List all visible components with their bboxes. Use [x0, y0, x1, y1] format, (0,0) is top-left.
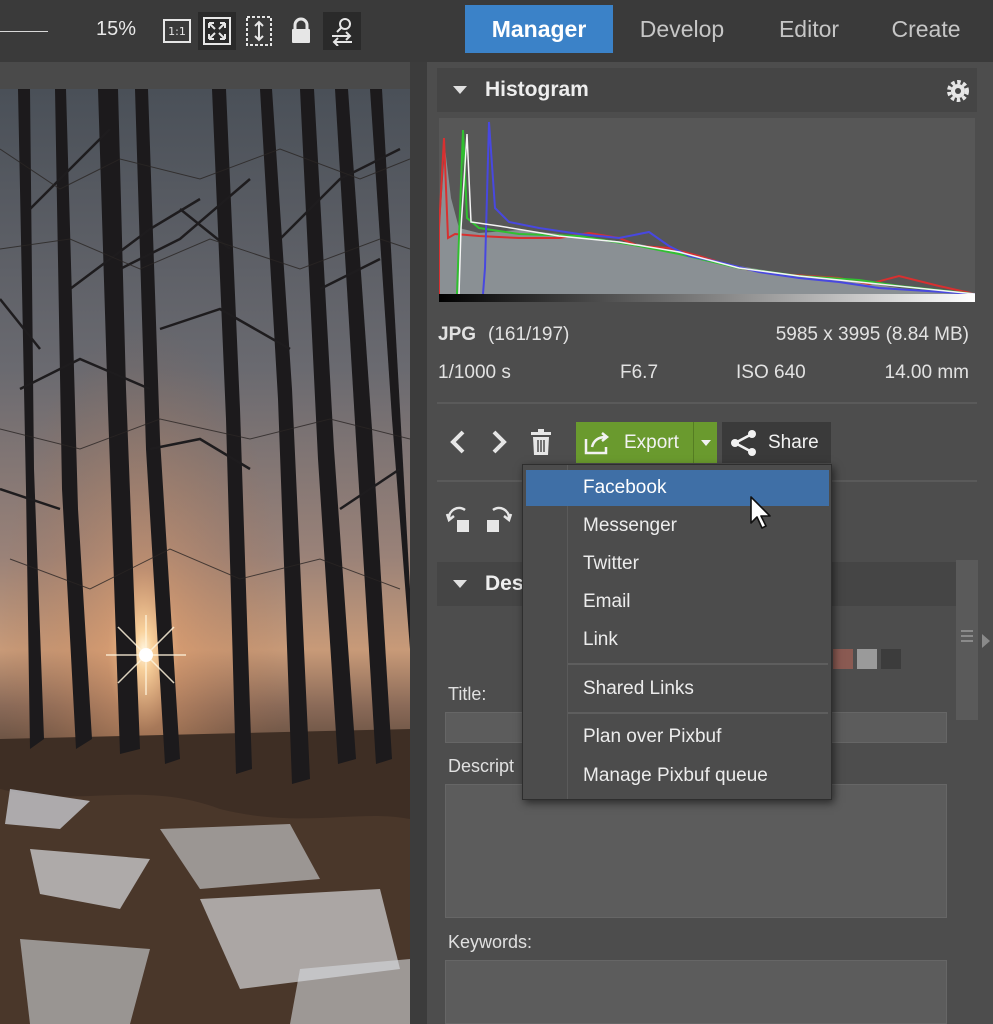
menu-item-twitter[interactable]: Twitter: [526, 546, 829, 582]
menu-item-label: Messenger: [583, 515, 677, 536]
trash-icon[interactable]: [526, 424, 556, 460]
file-format: JPG: [438, 324, 477, 345]
gear-icon[interactable]: [945, 78, 971, 109]
panel-splitter[interactable]: [410, 62, 427, 1024]
menu-item-link[interactable]: Link: [526, 622, 829, 658]
person-swap-icon[interactable]: [323, 12, 361, 50]
menu-item-email[interactable]: Email: [526, 584, 829, 620]
color-label-swatch[interactable]: [881, 649, 901, 669]
color-label-swatch[interactable]: [833, 649, 853, 669]
menu-item-label: Plan over Pixbuf: [583, 726, 722, 747]
menu-separator: [568, 663, 828, 665]
expand-panel-icon[interactable]: [980, 632, 992, 655]
export-button[interactable]: Export: [576, 422, 693, 463]
tab-manager[interactable]: Manager: [465, 5, 613, 53]
share-label: Share: [768, 431, 819, 453]
collapse-triangle-icon[interactable]: [453, 580, 467, 588]
menu-item-label: Link: [583, 629, 618, 650]
menu-item-manage-pixbuf-queue[interactable]: Manage Pixbuf queue: [526, 758, 829, 794]
tab-create[interactable]: Create: [880, 5, 972, 53]
next-icon[interactable]: [484, 424, 514, 460]
histogram-header[interactable]: Histogram: [437, 68, 977, 112]
fit-screen-icon[interactable]: [198, 12, 236, 50]
file-index: (161/197): [488, 324, 570, 345]
menu-item-label: Twitter: [583, 553, 639, 574]
export-label: Export: [624, 431, 679, 453]
collapse-triangle-icon[interactable]: [453, 86, 467, 94]
top-toolbar: 15% 1:1 Manager Develop Editor Create: [0, 0, 993, 62]
keywords-label: Keywords:: [448, 932, 533, 952]
menu-item-label: Shared Links: [583, 678, 694, 699]
export-icon: [584, 431, 612, 455]
share-menu: Facebook Messenger Twitter Email Link Sh…: [522, 464, 832, 800]
menu-item-label: Manage Pixbuf queue: [583, 765, 768, 786]
photo-preview[interactable]: [0, 89, 410, 1024]
rotate-left-icon[interactable]: [445, 504, 475, 539]
app-window: 15% 1:1 Manager Develop Editor Create Hi…: [0, 0, 993, 1024]
lock-icon[interactable]: [282, 12, 320, 50]
actual-size-icon[interactable]: 1:1: [158, 12, 196, 50]
zoom-value: 15%: [96, 18, 137, 40]
divider: [437, 402, 977, 404]
menu-item-label: Email: [583, 591, 631, 612]
svg-text:1:1: 1:1: [168, 25, 186, 38]
keywords-input[interactable]: [445, 960, 947, 1024]
description-input[interactable]: [445, 784, 947, 918]
export-dropdown-button[interactable]: [693, 422, 717, 463]
menu-item-label: Facebook: [583, 477, 667, 498]
histogram-title: Histogram: [485, 78, 589, 101]
share-icon: [730, 429, 758, 457]
menu-separator: [568, 712, 828, 714]
color-label-swatch[interactable]: [857, 649, 877, 669]
shutter-speed: 1/1000 s: [438, 362, 511, 383]
chevron-down-icon: [700, 439, 711, 446]
menu-item-messenger[interactable]: Messenger: [526, 508, 829, 544]
aperture: F6.7: [620, 362, 659, 383]
share-button[interactable]: Share: [722, 422, 831, 463]
mouse-cursor-icon: [750, 496, 774, 535]
tab-develop[interactable]: Develop: [625, 5, 739, 53]
tab-editor[interactable]: Editor: [760, 5, 858, 53]
previous-icon[interactable]: [443, 424, 473, 460]
description-label: Descript: [448, 756, 515, 776]
iso-value: ISO 640: [736, 362, 806, 383]
title-label: Title:: [448, 684, 487, 704]
rotate-right-icon[interactable]: [483, 504, 513, 539]
histogram-graph: [438, 118, 976, 304]
panel-scrollbar[interactable]: [956, 560, 978, 720]
menu-item-shared-links[interactable]: Shared Links: [526, 671, 829, 707]
fit-height-icon[interactable]: [240, 12, 278, 50]
focal-length: 14.00 mm: [884, 362, 969, 383]
menu-item-plan-over-pixbuf[interactable]: Plan over Pixbuf: [526, 719, 829, 755]
menu-item-facebook[interactable]: Facebook: [526, 470, 829, 506]
zoom-slider[interactable]: [0, 31, 48, 32]
description-section-title: Des: [485, 572, 524, 595]
file-dimensions: 5985 x 3995 (8.84 MB): [775, 324, 969, 345]
